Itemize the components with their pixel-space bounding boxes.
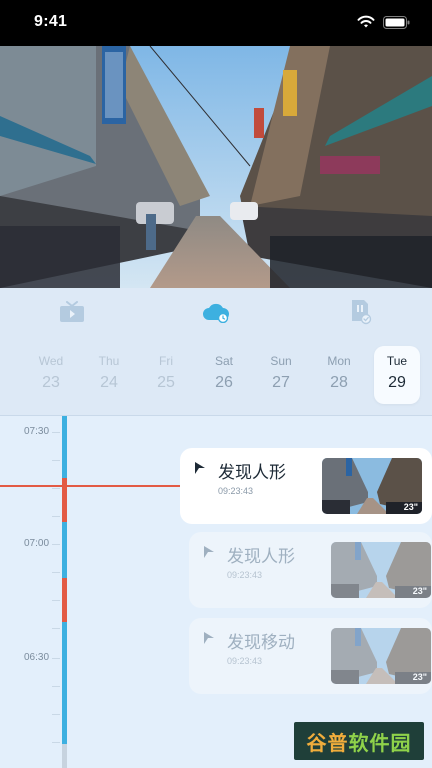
- wifi-icon: [357, 15, 375, 28]
- cloud-icon: [203, 303, 229, 323]
- recording-segment: [62, 622, 67, 744]
- time-tick: [52, 516, 60, 517]
- time-tick: [52, 600, 60, 601]
- empty-segment: [62, 744, 67, 768]
- battery-icon: [383, 15, 410, 29]
- street-scene-image: [0, 46, 432, 288]
- event-card[interactable]: 发现人形 09:23:43 23": [189, 532, 432, 608]
- time-axis-label: 07:00: [24, 538, 50, 549]
- date-item-tue-selected[interactable]: Tue 29: [374, 346, 420, 404]
- date-item-sun[interactable]: Sun 27: [258, 346, 304, 404]
- date-day: 29: [388, 374, 406, 391]
- event-thumbnail[interactable]: 23": [322, 458, 422, 514]
- date-picker: Wed 23 Thu 24 Fri 25 Sat 26 Sun 27 Mon 2…: [0, 336, 432, 416]
- tv-icon: [60, 301, 84, 322]
- time-tick: [52, 488, 60, 489]
- date-day: 26: [215, 374, 233, 391]
- time-tick: [52, 572, 60, 573]
- date-weekday: Sat: [214, 354, 233, 368]
- time-tick: [52, 658, 60, 659]
- event-title: 发现人形: [227, 547, 295, 566]
- event-card[interactable]: 发现人形 09:23:43 23": [180, 448, 432, 524]
- time-tick: [52, 460, 60, 461]
- sd-card-icon: [352, 300, 372, 325]
- time-tick: [52, 628, 60, 629]
- source-tab-bar: [0, 288, 432, 336]
- recording-segment: [62, 522, 67, 578]
- date-day: 25: [157, 374, 175, 391]
- time-axis-label: 06:30: [24, 652, 50, 663]
- tab-cloud[interactable]: [196, 296, 236, 328]
- time-tick: [52, 714, 60, 715]
- event-thumbnail[interactable]: 23": [331, 628, 431, 684]
- event-time: 09:23:43: [218, 486, 254, 496]
- date-weekday: Mon: [327, 354, 351, 368]
- time-tick: [52, 432, 60, 433]
- status-icons: [357, 15, 410, 29]
- video-preview[interactable]: [0, 46, 432, 288]
- event-timeline[interactable]: 07:30 07:00 06:30 发现人形 09:23:43 23" 发现人形…: [0, 416, 432, 768]
- play-icon: [195, 462, 205, 474]
- video-duration: 23": [403, 502, 418, 512]
- date-item-mon[interactable]: Mon 28: [316, 346, 362, 404]
- date-weekday: Fri: [159, 354, 173, 368]
- event-segment: [62, 578, 67, 622]
- date-weekday: Wed: [38, 354, 64, 368]
- time-axis-label: 07:30: [24, 426, 50, 437]
- date-day: 23: [42, 374, 60, 391]
- tab-live[interactable]: [52, 296, 92, 328]
- event-thumbnail[interactable]: 23": [331, 542, 431, 598]
- date-day: 28: [330, 374, 348, 391]
- date-item-fri[interactable]: Fri 25: [143, 346, 189, 404]
- event-title: 发现移动: [227, 633, 295, 652]
- watermark-logo: 谷普 软件园: [294, 722, 424, 760]
- recording-segment: [62, 416, 67, 478]
- playhead-marker[interactable]: [0, 485, 180, 487]
- date-weekday: Thu: [98, 354, 120, 368]
- date-item-thu[interactable]: Thu 24: [86, 346, 132, 404]
- play-icon: [204, 632, 214, 644]
- tab-sd-card[interactable]: [340, 296, 380, 328]
- video-duration: 23": [412, 672, 427, 682]
- watermark-text-part2: 软件园: [348, 732, 412, 755]
- event-title: 发现人形: [218, 463, 286, 482]
- time-tick: [52, 686, 60, 687]
- date-item-wed[interactable]: Wed 23: [28, 346, 74, 404]
- status-time: 9:41: [34, 13, 68, 30]
- video-duration: 23": [412, 586, 427, 596]
- status-bar: 9:41: [0, 0, 432, 46]
- event-card[interactable]: 发现移动 09:23:43 23": [189, 618, 432, 694]
- watermark-text-part1: 谷普: [306, 732, 349, 755]
- event-time: 09:23:43: [227, 570, 263, 580]
- play-icon: [204, 546, 214, 558]
- date-weekday: Tue: [386, 354, 408, 368]
- date-weekday: Sun: [270, 354, 292, 368]
- date-item-sat[interactable]: Sat 26: [201, 346, 247, 404]
- date-day: 27: [272, 374, 290, 391]
- date-day: 24: [100, 374, 118, 391]
- event-time: 09:23:43: [227, 656, 263, 666]
- time-tick: [52, 742, 60, 743]
- time-tick: [52, 544, 60, 545]
